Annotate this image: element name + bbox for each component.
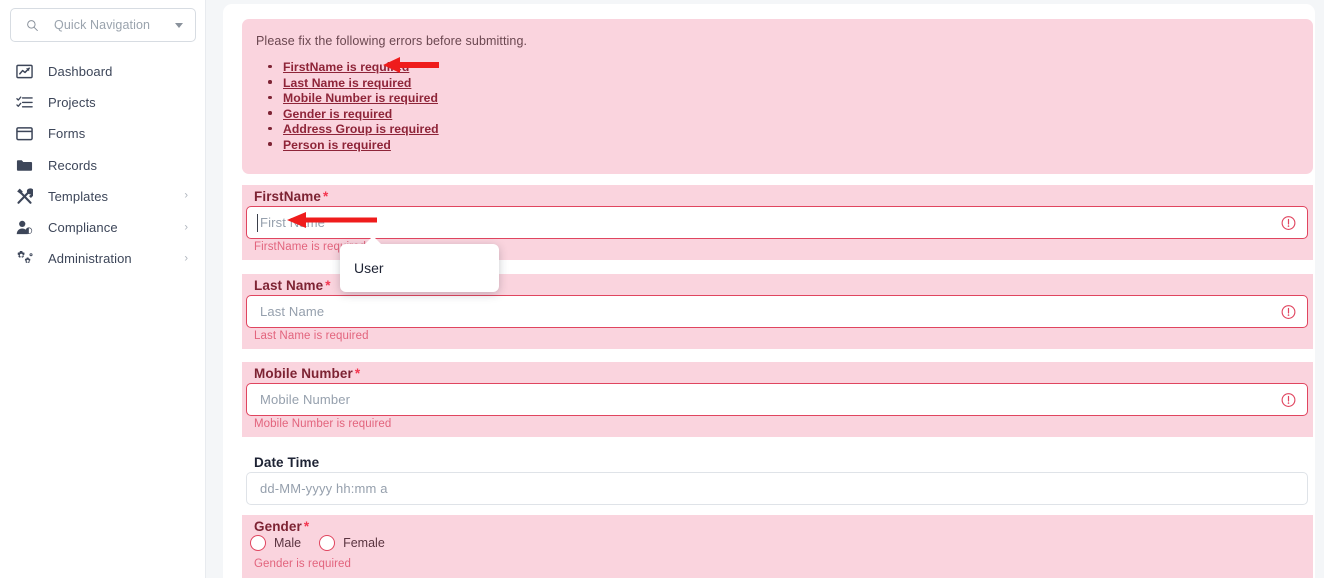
field-group-datetime: Date Time dd-MM-yyyy hh:mm a xyxy=(242,451,1313,509)
sidebar-item-label: Records xyxy=(48,157,98,173)
radio-label: Female xyxy=(343,536,385,550)
validation-error-link[interactable]: Last Name is required xyxy=(283,76,411,90)
quick-navigation-placeholder: Quick Navigation xyxy=(54,18,151,32)
sidebar-item-templates[interactable]: Templates › xyxy=(0,181,206,212)
text-caret xyxy=(257,214,258,232)
user-tooltip-popup: User xyxy=(340,236,499,292)
exclamation-circle-icon xyxy=(1281,392,1296,407)
arrow-to-firstname-input-icon xyxy=(287,209,377,231)
list-item: Address Group is required xyxy=(266,120,439,136)
label-text: FirstName xyxy=(254,189,321,204)
required-asterisk: * xyxy=(322,189,329,204)
tooltip-arrow xyxy=(364,236,382,245)
list-item: Mobile Number is required xyxy=(266,89,439,105)
radio-circle[interactable] xyxy=(319,535,336,551)
task-list-icon xyxy=(16,94,38,112)
field-group-gender: Gender * Male Female Gender is required xyxy=(242,515,1313,578)
sidebar-item-administration[interactable]: Administration › xyxy=(0,243,206,274)
label-text: Gender xyxy=(254,519,302,534)
sidebar-item-label: Dashboard xyxy=(48,64,113,80)
gender-radio-group: Male Female xyxy=(250,535,403,551)
input-placeholder-mobile: Mobile Number xyxy=(260,392,351,407)
input-mobile[interactable]: Mobile Number xyxy=(246,383,1308,416)
tooltip-label: User xyxy=(354,260,384,276)
input-firstname[interactable]: First Name xyxy=(246,206,1308,239)
field-error-gender: Gender is required xyxy=(254,558,352,570)
arrow-to-firstname-error-link-icon xyxy=(383,54,439,76)
user-shield-icon xyxy=(16,219,38,237)
sidebar-item-label: Projects xyxy=(48,95,96,111)
chevron-right-icon[interactable]: › xyxy=(184,253,188,264)
required-asterisk: * xyxy=(354,366,361,381)
input-lastname[interactable]: Last Name xyxy=(246,295,1308,328)
sidebar-item-label: Administration xyxy=(48,251,132,267)
sidebar-item-label: Compliance xyxy=(48,220,118,236)
radio-option-male[interactable]: Male xyxy=(250,535,301,551)
label-text: Date Time xyxy=(254,455,320,470)
validation-error-link[interactable]: Gender is required xyxy=(283,107,392,121)
list-item: Person is required xyxy=(266,136,439,152)
validation-summary-intro: Please fix the following errors before s… xyxy=(256,34,528,48)
field-label-firstname: FirstName * xyxy=(254,189,328,204)
window-form-icon xyxy=(16,125,38,143)
exclamation-circle-icon xyxy=(1281,215,1296,230)
exclamation-circle-icon xyxy=(1281,304,1296,319)
field-label-mobile: Mobile Number * xyxy=(254,366,360,381)
label-text: Mobile Number xyxy=(254,366,353,381)
validation-error-link[interactable]: Mobile Number is required xyxy=(283,91,438,105)
radio-label: Male xyxy=(274,536,302,550)
validation-summary-panel: Please fix the following errors before s… xyxy=(242,19,1313,174)
field-error-lastname: Last Name is required xyxy=(254,330,369,342)
sidebar-item-forms[interactable]: Forms xyxy=(0,118,206,149)
sidebar-item-label: Templates xyxy=(48,188,109,204)
sidebar-item-label: Forms xyxy=(48,126,86,142)
input-placeholder-lastname: Last Name xyxy=(260,304,325,319)
validation-error-link[interactable]: Person is required xyxy=(283,138,391,152)
validation-error-link[interactable]: Address Group is required xyxy=(283,122,439,136)
sidebar-nav-list: Dashboard Projects Forms Records Templat… xyxy=(0,56,206,274)
list-item: Gender is required xyxy=(266,105,439,121)
tools-icon xyxy=(16,187,38,205)
input-datetime[interactable]: dd-MM-yyyy hh:mm a xyxy=(246,472,1308,505)
radio-circle[interactable] xyxy=(250,535,266,551)
sidebar-item-projects[interactable]: Projects xyxy=(0,87,206,118)
required-asterisk: * xyxy=(303,519,310,534)
search-icon xyxy=(25,18,39,32)
field-label-gender: Gender * xyxy=(254,519,309,534)
field-label-datetime: Date Time xyxy=(254,455,321,470)
folder-icon xyxy=(16,156,38,174)
chevron-right-icon[interactable]: › xyxy=(184,190,188,202)
field-label-lastname: Last Name * xyxy=(254,278,331,293)
sidebar-item-dashboard[interactable]: Dashboard xyxy=(0,56,206,87)
sidebar: Quick Navigation Dashboard Projects Form… xyxy=(0,0,206,578)
sidebar-item-records[interactable]: Records xyxy=(0,150,206,181)
input-placeholder-datetime: dd-MM-yyyy hh:mm a xyxy=(260,481,388,496)
required-asterisk: * xyxy=(325,278,331,293)
label-text: Last Name xyxy=(254,278,324,293)
chart-line-icon xyxy=(16,63,38,81)
chevron-right-icon[interactable]: › xyxy=(184,222,188,233)
cogs-icon xyxy=(16,250,38,268)
sidebar-item-compliance[interactable]: Compliance › xyxy=(0,212,206,243)
app-root: Quick Navigation Dashboard Projects Form… xyxy=(0,0,1324,578)
radio-option-female[interactable]: Female xyxy=(319,535,385,551)
field-group-mobile: Mobile Number * Mobile Number Mobile Numb… xyxy=(242,362,1313,437)
field-error-mobile: Mobile Number is required xyxy=(254,418,392,430)
quick-navigation-search[interactable]: Quick Navigation xyxy=(10,8,196,42)
chevron-down-icon[interactable] xyxy=(175,22,183,28)
